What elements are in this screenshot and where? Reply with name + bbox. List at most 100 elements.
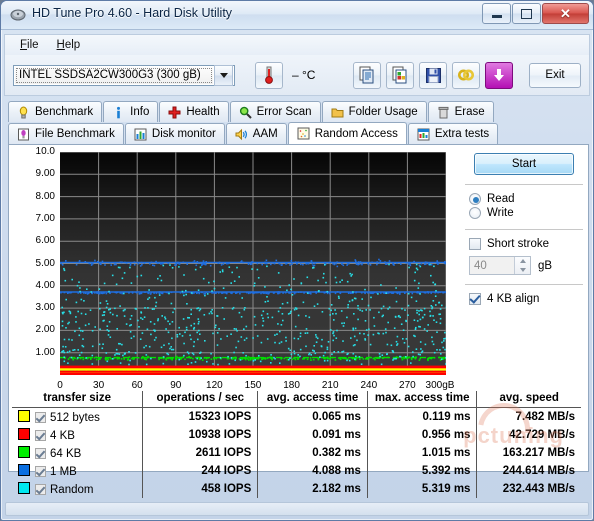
menu-item-file[interactable]: File [11,37,48,53]
tab-aam[interactable]: AAM [225,123,287,144]
random-access-icon [297,127,310,140]
extra-tests-icon [417,128,430,141]
chart-x-tick: 180 [283,380,300,391]
radio-write[interactable]: Write [461,206,587,220]
test-controls: Start Read Write Short stroke 40 gB 4 KB… [461,153,587,306]
cell-operations: 15323 IOPS [142,407,258,426]
radio-write-indicator[interactable] [469,207,481,219]
short-stroke-label: Short stroke [487,238,549,250]
table-row[interactable]: 512 bytes 15323 IOPS 0.065 ms 0.119 ms 7.482… [12,407,581,427]
align-indicator[interactable] [469,293,481,305]
stepper-buttons[interactable] [514,257,530,274]
chart-y-tick: 2.00 [35,324,55,336]
chart-x-tick: 150 [244,380,262,391]
header-max-access: max. access time [366,391,477,408]
copy-button[interactable] [353,61,381,89]
tab-error-scan[interactable]: Error Scan [229,101,321,122]
short-stroke-value: 40 [474,259,487,272]
cell-transfer-size[interactable]: 64 KB [12,444,143,462]
short-stroke-unit: gB [538,259,553,272]
tab-health[interactable]: Health [159,101,229,122]
series-checkbox[interactable] [35,484,46,495]
chevron-down-icon[interactable] [214,64,233,86]
cell-transfer-size[interactable]: 4 KB [12,426,143,444]
radio-read[interactable]: Read [461,192,587,206]
tab-label: Folder Usage [348,106,418,118]
drive-select[interactable]: INTEL SSDSA2CW300G3 (300 gB) [13,64,235,86]
chart-y-tick: 4.00 [35,279,55,291]
tab-file-benchmark[interactable]: File Benchmark [8,123,124,144]
header-avg-speed: avg. speed [476,391,581,408]
header-transfer-size: transfer size [12,391,143,408]
copy-image-icon [392,66,407,84]
chart-y-tick: 6.00 [35,235,55,247]
menu-bar: File Help [4,34,590,55]
cell-avg-speed: 42.729 MB/s [476,426,581,444]
cell-avg-access: 0.091 ms [257,426,368,444]
close-icon: ✕ [560,5,571,21]
results-table: transfer size operations / sec avg. acce… [12,391,581,498]
download-button[interactable] [485,61,513,89]
series-checkbox[interactable] [35,412,46,423]
cell-transfer-size[interactable]: 512 bytes [12,408,143,427]
exit-button[interactable]: Exit [529,62,581,88]
short-stroke-checkbox[interactable]: Short stroke [461,237,587,251]
chart-x-tick: 240 [360,380,378,391]
series-checkbox[interactable] [35,448,46,459]
short-stroke-stepper[interactable]: 40 [469,256,531,275]
random-access-chart: ms 1.002.003.004.005.006.007.008.009.001… [36,147,455,392]
maximize-button[interactable] [512,3,541,24]
table-row[interactable]: 4 KB 10938 IOPS 0.091 ms 0.956 ms 42.729 MB/… [12,426,581,444]
window-buttons: ✕ [481,3,589,24]
series-label: Random [50,484,94,496]
health-cross-icon [168,106,181,119]
start-button[interactable]: Start [474,153,574,175]
stepper-up[interactable] [515,257,530,266]
chart-y-tick: 7.00 [35,212,55,224]
menu-item-help[interactable]: Help [48,37,90,53]
table-row[interactable]: 1 MB 244 IOPS 4.088 ms 5.392 ms 244.614 MB/s [12,462,581,480]
cell-operations: 458 IOPS [142,480,258,498]
divider [465,284,583,285]
tab-disk-monitor[interactable]: Disk monitor [124,123,225,144]
chart-x-tick: 0 [57,380,63,391]
series-color-swatch [18,464,30,476]
hdd-icon [10,7,26,23]
tab-benchmark[interactable]: Benchmark [8,101,103,122]
cell-max-access: 5.392 ms [366,462,477,480]
cell-avg-speed: 232.443 MB/s [476,480,581,498]
trash-icon [437,106,450,119]
short-stroke-indicator[interactable] [469,238,481,250]
radio-read-indicator[interactable] [469,193,481,205]
cell-transfer-size[interactable]: 1 MB [12,462,143,480]
tab-extra-tests[interactable]: Extra tests [407,123,499,144]
tab-label: Error Scan [256,106,312,118]
tab-erase[interactable]: Erase [427,101,494,122]
temperature-button[interactable] [255,61,283,89]
series-checkbox[interactable] [35,430,46,441]
cell-avg-speed: 163.217 MB/s [476,444,581,462]
stepper-down[interactable] [515,266,530,275]
close-button[interactable]: ✕ [542,3,589,24]
tab-random-access[interactable]: Random Access [287,122,407,144]
radio-read-label: Read [487,193,515,205]
table-row[interactable]: 64 KB 2611 IOPS 0.382 ms 1.015 ms 163.217 MB… [12,444,581,462]
series-label: 64 KB [50,448,82,460]
tab-info[interactable]: Info [103,101,159,122]
table-row[interactable]: Random 458 IOPS 2.182 ms 5.319 ms 232.443 MB… [12,480,581,498]
series-checkbox[interactable] [35,466,46,477]
window-title: HD Tune Pro 4.60 - Hard Disk Utility [32,6,233,20]
tab-folder-usage[interactable]: Folder Usage [321,101,427,122]
cell-max-access: 5.319 ms [366,480,477,498]
series-label: 512 bytes [50,412,100,424]
title-bar: HD Tune Pro 4.60 - Hard Disk Utility ✕ [1,1,593,30]
save-button[interactable] [419,61,447,89]
align-checkbox[interactable]: 4 KB align [461,292,587,306]
tab-label: Extra tests [434,128,490,140]
minimize-button[interactable] [482,3,511,24]
chart-x-tick: 90 [170,380,182,391]
cell-transfer-size[interactable]: Random [12,480,143,498]
settings-button[interactable] [452,61,480,89]
download-icon [494,69,504,81]
copy-image-button[interactable] [386,61,414,89]
